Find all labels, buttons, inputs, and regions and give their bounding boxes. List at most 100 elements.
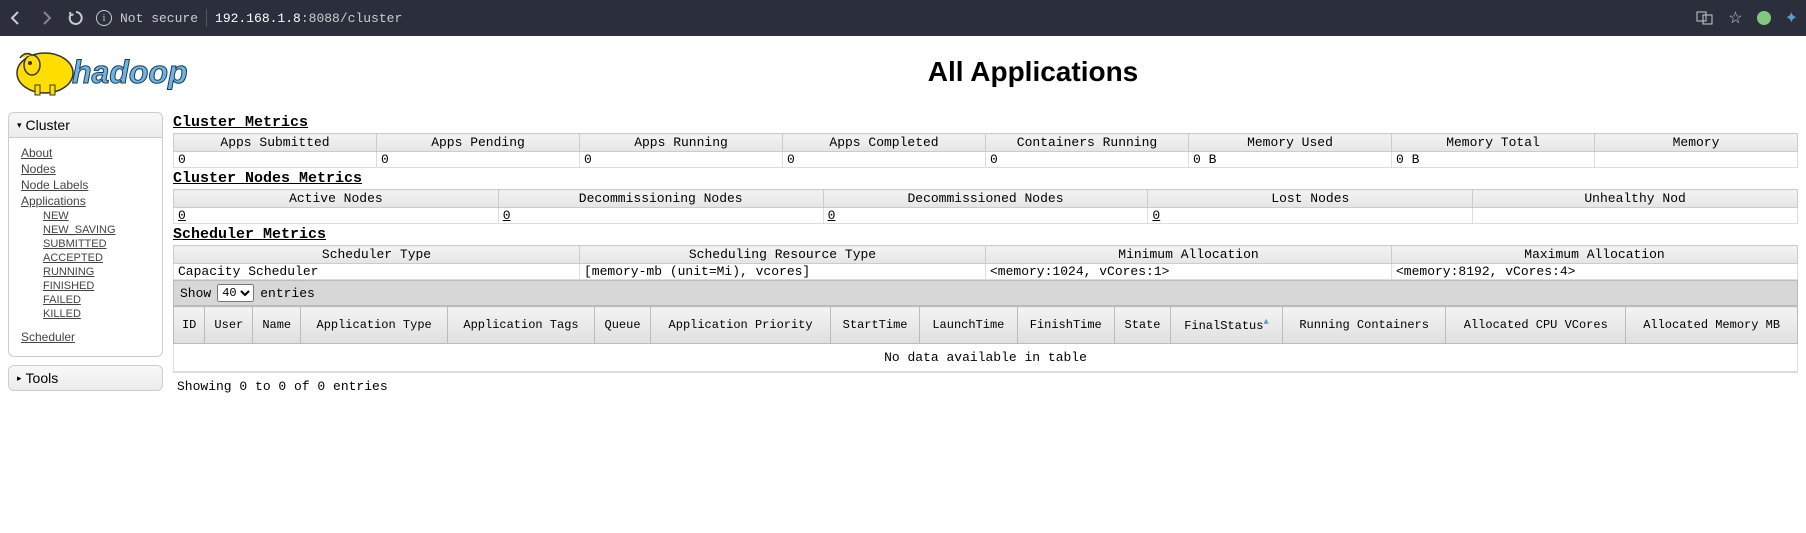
col-app-tags[interactable]: Application Tags: [448, 307, 595, 344]
col-apps-running[interactable]: Apps Running: [580, 134, 783, 152]
col-alloc-cpu[interactable]: Allocated CPU VCores: [1446, 307, 1626, 344]
sidebar-link-accepted[interactable]: ACCEPTED: [43, 252, 152, 264]
cell-value[interactable]: 0: [823, 208, 1148, 224]
col-final-status[interactable]: FinalStatus▲: [1171, 307, 1283, 344]
sidebar-panel-tools: ▸ Tools: [8, 365, 163, 391]
col-state[interactable]: State: [1114, 307, 1170, 344]
col-active-nodes[interactable]: Active Nodes: [174, 190, 499, 208]
col-containers-running[interactable]: Containers Running: [986, 134, 1189, 152]
address-bar[interactable]: i Not secure 192.168.1.8:8088/cluster: [96, 9, 1684, 27]
col-unhealthy-nodes[interactable]: Unhealthy Nod: [1473, 190, 1798, 208]
show-label: Show: [180, 286, 211, 301]
entries-label: entries: [260, 286, 315, 301]
sidebar-link-failed[interactable]: FAILED: [43, 294, 152, 306]
col-user[interactable]: User: [205, 307, 253, 344]
applications-table: ID User Name Application Type Applicatio…: [173, 306, 1798, 372]
cell-value: [1473, 208, 1798, 224]
browser-chrome: i Not secure 192.168.1.8:8088/cluster ☆ …: [0, 0, 1806, 36]
node-metrics-table: Active Nodes Decommissioning Nodes Decom…: [173, 189, 1798, 224]
security-label: Not secure: [120, 11, 198, 26]
cell-value: Capacity Scheduler: [174, 264, 580, 280]
col-memory-total[interactable]: Memory Total: [1392, 134, 1595, 152]
cell-value: 0: [986, 152, 1189, 168]
cell-value: 0: [783, 152, 986, 168]
sidebar-link-killed[interactable]: KILLED: [43, 308, 152, 320]
no-data-cell: No data available in table: [174, 344, 1798, 372]
svg-text:hadoop: hadoop: [72, 54, 188, 90]
col-id[interactable]: ID: [174, 307, 205, 344]
extension-icon[interactable]: ✦: [1785, 8, 1798, 28]
page-title: All Applications: [270, 56, 1796, 88]
sidebar-link-applications[interactable]: Applications: [21, 194, 152, 208]
sidebar-header-tools[interactable]: ▸ Tools: [9, 366, 162, 390]
main-content: Cluster Metrics Apps Submitted Apps Pend…: [173, 112, 1798, 400]
status-dot-icon: [1757, 11, 1771, 25]
sidebar-link-node-labels[interactable]: Node Labels: [21, 178, 152, 192]
col-apps-pending[interactable]: Apps Pending: [377, 134, 580, 152]
sidebar-link-scheduler[interactable]: Scheduler: [21, 330, 152, 344]
apps-length-control: Show 40 entries: [173, 280, 1798, 306]
sidebar-link-new[interactable]: NEW: [43, 210, 152, 222]
cell-value: 0: [174, 152, 377, 168]
col-name[interactable]: Name: [253, 307, 301, 344]
section-scheduler-metrics[interactable]: Scheduler Metrics: [173, 224, 1798, 245]
back-icon[interactable]: [8, 10, 24, 26]
translate-icon[interactable]: [1696, 9, 1714, 27]
cell-value: [memory-mb (unit=Mi), vcores]: [580, 264, 986, 280]
col-memory[interactable]: Memory: [1595, 134, 1798, 152]
url-text: 192.168.1.8:8088/cluster: [215, 11, 402, 26]
section-node-metrics[interactable]: Cluster Nodes Metrics: [173, 168, 1798, 189]
sidebar-link-nodes[interactable]: Nodes: [21, 162, 152, 176]
sidebar-link-submitted[interactable]: SUBMITTED: [43, 238, 152, 250]
col-resource-type[interactable]: Scheduling Resource Type: [580, 246, 986, 264]
col-min-allocation[interactable]: Minimum Allocation: [986, 246, 1392, 264]
col-finish-time[interactable]: FinishTime: [1017, 307, 1114, 344]
col-app-type[interactable]: Application Type: [301, 307, 448, 344]
sidebar-link-running[interactable]: RUNNING: [43, 266, 152, 278]
cell-value: 0 B: [1392, 152, 1595, 168]
table-row: Capacity Scheduler [memory-mb (unit=Mi),…: [174, 264, 1798, 280]
col-lost-nodes[interactable]: Lost Nodes: [1148, 190, 1473, 208]
sidebar-link-finished[interactable]: FINISHED: [43, 280, 152, 292]
col-alloc-mem[interactable]: Allocated Memory MB: [1626, 307, 1798, 344]
sidebar: ▾ Cluster About Nodes Node Labels Applic…: [8, 112, 163, 400]
col-decommissioned[interactable]: Decommissioned Nodes: [823, 190, 1148, 208]
col-launch-time[interactable]: LaunchTime: [920, 307, 1017, 344]
cell-value[interactable]: 0: [174, 208, 499, 224]
apps-table-footer: Showing 0 to 0 of 0 entries: [173, 372, 1798, 400]
triangle-right-icon: ▸: [17, 373, 22, 384]
cell-value[interactable]: 0: [1148, 208, 1473, 224]
cell-value: 0: [377, 152, 580, 168]
col-queue[interactable]: Queue: [594, 307, 650, 344]
col-app-priority[interactable]: Application Priority: [651, 307, 831, 344]
info-icon[interactable]: i: [96, 10, 112, 26]
forward-icon[interactable]: [38, 10, 54, 26]
sidebar-tools-label: Tools: [26, 370, 59, 386]
entries-select[interactable]: 40: [217, 284, 254, 302]
sidebar-link-about[interactable]: About: [21, 146, 152, 160]
reload-icon[interactable]: [68, 10, 84, 26]
sidebar-panel-cluster: ▾ Cluster About Nodes Node Labels Applic…: [8, 112, 163, 357]
sort-asc-icon: ▲: [1263, 317, 1268, 327]
col-scheduler-type[interactable]: Scheduler Type: [174, 246, 580, 264]
no-data-row: No data available in table: [174, 344, 1798, 372]
cell-value: [1595, 152, 1798, 168]
cell-value: 0 B: [1189, 152, 1392, 168]
cell-value[interactable]: 0: [498, 208, 823, 224]
col-running-containers[interactable]: Running Containers: [1282, 307, 1445, 344]
col-max-allocation[interactable]: Maximum Allocation: [1392, 246, 1798, 264]
cell-value: <memory:8192, vCores:4>: [1392, 264, 1798, 280]
sidebar-header-cluster[interactable]: ▾ Cluster: [9, 113, 162, 138]
col-memory-used[interactable]: Memory Used: [1189, 134, 1392, 152]
col-apps-submitted[interactable]: Apps Submitted: [174, 134, 377, 152]
bookmark-star-icon[interactable]: ☆: [1728, 8, 1742, 28]
col-apps-completed[interactable]: Apps Completed: [783, 134, 986, 152]
section-cluster-metrics[interactable]: Cluster Metrics: [173, 112, 1798, 133]
divider: [206, 9, 207, 27]
col-start-time[interactable]: StartTime: [831, 307, 920, 344]
sidebar-link-new-saving[interactable]: NEW_SAVING: [43, 224, 152, 236]
col-decommissioning[interactable]: Decommissioning Nodes: [498, 190, 823, 208]
table-row: 0 0 0 0 0 0 B 0 B: [174, 152, 1798, 168]
hadoop-logo[interactable]: hadoop: [10, 42, 270, 102]
cell-value: <memory:1024, vCores:1>: [986, 264, 1392, 280]
